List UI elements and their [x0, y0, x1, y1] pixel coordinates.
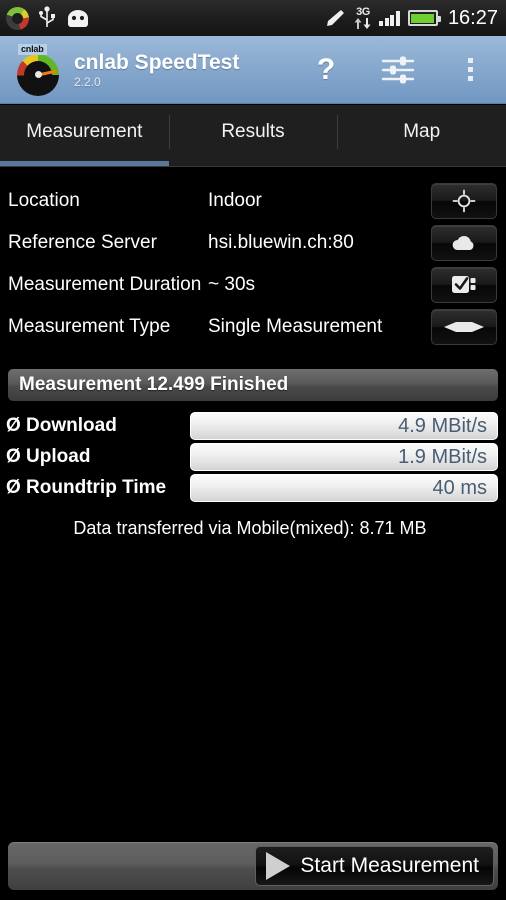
roundtrip-value: 40 ms	[432, 476, 487, 499]
app-version: 2.2.0	[74, 74, 101, 89]
cloud-icon	[452, 235, 474, 250]
upload-value-bar: 1.9 MBit/s	[190, 443, 498, 471]
network-type-label: 3G	[356, 6, 370, 18]
gauge-icon	[17, 53, 59, 96]
reference-server-picker-button[interactable]	[431, 225, 497, 261]
measurement-type-picker-button[interactable]	[431, 309, 497, 345]
tab-measurement-indicator	[0, 161, 169, 167]
speedtest-app-screen: 3G 16:27 cnlab cnlab SpeedTest 2.2.0 ? M…	[0, 0, 506, 900]
signal-bars-icon	[379, 10, 400, 26]
download-label: Ø Download	[6, 414, 117, 436]
status-bar: 3G 16:27	[0, 0, 506, 36]
bottom-action-bar: Start Measurement	[8, 842, 498, 890]
upload-value: 1.9 MBit/s	[398, 445, 487, 468]
roundtrip-value-bar: 40 ms	[190, 474, 498, 502]
location-picker-button[interactable]	[431, 183, 497, 219]
status-bar-clock: 16:27	[447, 6, 498, 29]
action-bar-buttons: ?	[290, 36, 506, 103]
usb-icon	[39, 6, 55, 27]
app-title-block: cnlab SpeedTest 2.2.0	[74, 51, 239, 89]
status-bar-right-icons: 3G 16:27	[324, 7, 498, 30]
checklist-icon	[452, 276, 476, 293]
location-label: Location	[8, 190, 80, 211]
result-row-upload: Ø Upload 1.9 MBit/s	[0, 441, 506, 472]
tab-results[interactable]: Results	[168, 105, 338, 167]
measurement-duration-picker-button[interactable]	[431, 267, 497, 303]
measurement-status-banner: Measurement 12.499 Finished	[8, 369, 498, 401]
gauge-hub-icon	[34, 71, 42, 78]
overflow-menu-button[interactable]	[434, 36, 506, 104]
start-measurement-label: Start Measurement	[300, 854, 479, 877]
download-value-bar: 4.9 MBit/s	[190, 412, 498, 440]
tab-results-indicator	[169, 161, 338, 167]
roundtrip-label: Ø Roundtrip Time	[6, 476, 167, 498]
android-head-icon	[68, 10, 88, 27]
settings-row-measurement-type[interactable]: Measurement Type Single Measurement	[0, 306, 506, 348]
status-bar-left-icons	[6, 6, 91, 30]
app-logo: cnlab	[12, 43, 66, 97]
3g-data-icon: 3G	[354, 7, 371, 29]
battery-icon	[407, 10, 441, 26]
settings-sliders-icon	[381, 56, 415, 83]
overflow-menu-icon	[467, 58, 473, 81]
measurement-results: Ø Download 4.9 MBit/s Ø Upload 1.9 MBit/…	[0, 410, 506, 503]
tab-map[interactable]: Map	[337, 105, 506, 167]
download-value: 4.9 MBit/s	[398, 414, 487, 437]
cnlab-status-icon	[6, 6, 29, 30]
measurement-duration-label: Measurement Duration	[8, 274, 202, 295]
crosshair-location-icon	[452, 189, 476, 213]
result-row-download: Ø Download 4.9 MBit/s	[0, 410, 506, 441]
help-button[interactable]: ?	[290, 36, 362, 104]
help-icon: ?	[316, 52, 336, 86]
measurement-type-label: Measurement Type	[8, 316, 171, 337]
tab-map-label: Map	[403, 121, 441, 142]
upload-label: Ø Upload	[6, 445, 91, 467]
app-logo-label: cnlab	[18, 43, 47, 55]
measurement-settings-list: Location Indoor Reference Server hsi.blu…	[0, 180, 506, 348]
reference-server-label: Reference Server	[8, 232, 157, 253]
tab-measurement[interactable]: Measurement	[0, 105, 169, 167]
satellite-icon	[327, 10, 345, 26]
diamond-icon	[444, 322, 484, 332]
tab-map-indicator	[337, 161, 506, 167]
play-icon	[266, 852, 291, 880]
tab-bar: Measurement Results Map	[0, 105, 506, 167]
start-measurement-button[interactable]: Start Measurement	[255, 846, 494, 886]
tab-measurement-label: Measurement	[26, 121, 143, 142]
result-row-roundtrip: Ø Roundtrip Time 40 ms	[0, 472, 506, 503]
measurement-status-text: Measurement 12.499 Finished	[19, 374, 289, 395]
tab-results-label: Results	[221, 121, 285, 142]
settings-row-measurement-duration[interactable]: Measurement Duration ~ 30s	[0, 264, 506, 306]
action-bar: cnlab cnlab SpeedTest 2.2.0 ?	[0, 36, 506, 104]
settings-button[interactable]	[362, 36, 434, 104]
app-title: cnlab SpeedTest	[74, 50, 240, 74]
settings-row-location[interactable]: Location Indoor	[0, 180, 506, 222]
settings-row-reference-server[interactable]: Reference Server hsi.bluewin.ch:80	[0, 222, 506, 264]
data-transferred-note: Data transferred via Mobile(mixed): 8.71…	[73, 518, 427, 538]
